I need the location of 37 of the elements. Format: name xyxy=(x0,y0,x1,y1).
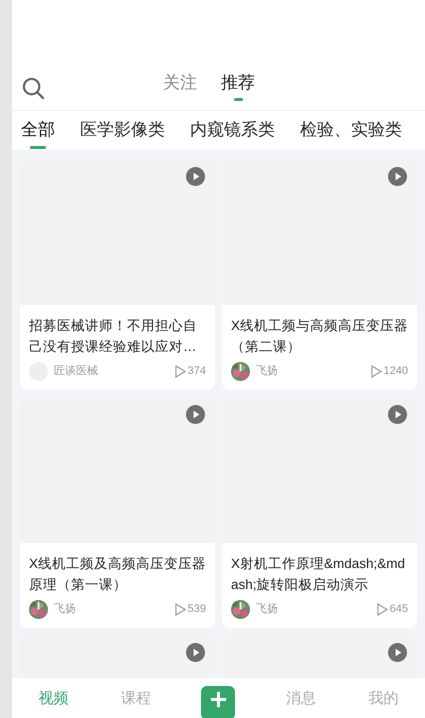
search-icon[interactable] xyxy=(22,77,45,100)
video-card[interactable]: X射机工作原理&mdash;&mdash;旋转阳极启动演示 飞扬 645 xyxy=(222,398,417,628)
video-card[interactable]: X线机工频及高频高压变压器原理（第一课） 飞扬 539 xyxy=(20,398,215,628)
play-icon[interactable] xyxy=(388,643,407,662)
view-count: 645 xyxy=(390,602,408,618)
play-icon[interactable] xyxy=(388,405,407,424)
video-title: X线机工频及高频高压变压器原理（第一课） xyxy=(29,555,206,594)
video-title: 招募医械讲师！不用担心自己没有授课经验难以应对… xyxy=(29,317,198,356)
view-count: 1240 xyxy=(384,364,408,380)
play-icon[interactable] xyxy=(186,167,205,186)
view-count: 539 xyxy=(188,602,206,618)
category-tab[interactable]: 医学影像类 xyxy=(80,119,165,149)
add-button[interactable] xyxy=(201,686,236,718)
video-card[interactable]: X线机工频与高频高压变压器（第二课） 飞扬 1240 xyxy=(222,160,417,390)
play-count-icon xyxy=(376,603,388,616)
video-card[interactable] xyxy=(20,636,215,678)
play-icon[interactable] xyxy=(186,405,205,424)
play-count-icon xyxy=(174,365,186,378)
plus-icon xyxy=(208,690,228,709)
play-icon[interactable] xyxy=(388,167,407,186)
category-tab[interactable]: 内窥镜系类 xyxy=(190,119,275,149)
feed-tab[interactable]: 推荐 xyxy=(221,66,255,101)
author-name: 匠谈医械 xyxy=(54,364,99,380)
view-count: 374 xyxy=(188,364,206,380)
feed-tab[interactable]: 关注 xyxy=(163,66,197,101)
category-tab[interactable]: 检验、实验类 xyxy=(300,119,402,149)
video-card[interactable]: 招募医械讲师！不用担心自己没有授课经验难以应对… 匠谈医械 374 xyxy=(20,160,215,390)
category-tab[interactable]: 全部 xyxy=(21,119,55,149)
play-count-icon xyxy=(174,603,186,616)
play-count-icon xyxy=(370,365,382,378)
video-title: X线机工频与高频高压变压器（第二课） xyxy=(231,317,408,356)
video-title: X射机工作原理&mdash;&mdash;旋转阳极启动演示 xyxy=(231,555,406,594)
author-name: 飞扬 xyxy=(256,364,279,380)
play-icon[interactable] xyxy=(186,643,205,662)
video-card[interactable] xyxy=(222,636,417,678)
author-name: 飞扬 xyxy=(256,602,279,618)
author-name: 飞扬 xyxy=(54,602,77,618)
